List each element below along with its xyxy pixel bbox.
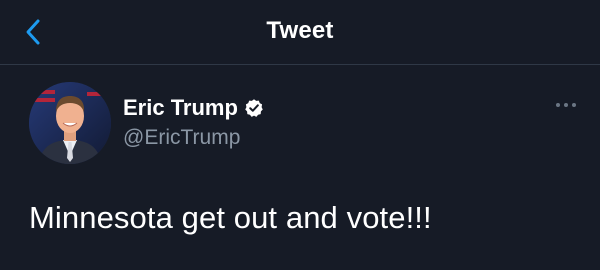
avatar[interactable] [29,82,111,164]
author-handle[interactable]: @EricTrump [123,126,240,150]
header-divider [0,64,600,65]
author-name-row[interactable]: Eric Trump [123,94,264,122]
navigation-bar: Tweet [0,0,600,64]
page-title: Tweet [266,17,334,44]
verified-badge-icon [244,98,264,118]
author-display-name[interactable]: Eric Trump [123,95,238,121]
more-horizontal-icon [553,97,579,113]
tweet-text: Minnesota get out and vote!!! [29,200,432,235]
more-options-button[interactable] [553,97,579,113]
tweet-detail-screen: Tweet Eric Trump @EricTrump Minnesota ge… [0,0,600,270]
